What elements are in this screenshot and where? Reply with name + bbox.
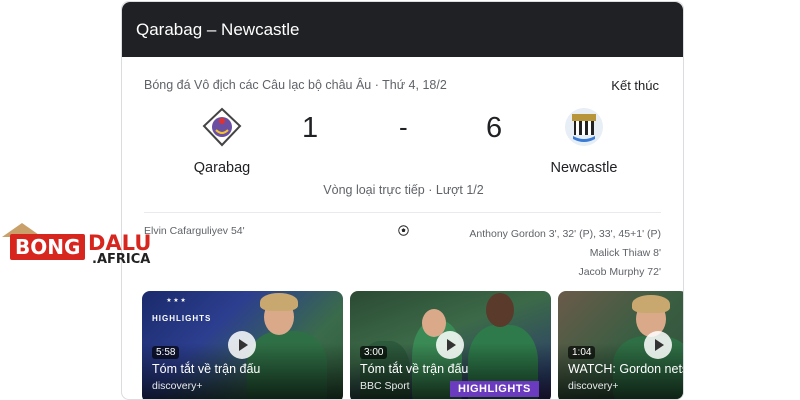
match-meta: Bóng đá Vô địch các Câu lạc bộ châu Âu ·…: [144, 78, 659, 93]
video-card[interactable]: ★ ★ ★ HIGHLIGHTS 5:58 Tóm tắt về trận đấ…: [142, 291, 343, 399]
home-score: 1: [302, 112, 319, 144]
watermark-bong: BONG: [10, 234, 86, 260]
watermark-africa: .AFRICA: [92, 252, 151, 267]
match-header[interactable]: Qarabag – Newcastle: [122, 2, 683, 57]
watermark-logo: BONG DALU .AFRICA: [0, 220, 151, 268]
away-scorers: Anthony Gordon 3', 32' (P), 33', 45+1' (…: [469, 225, 661, 282]
home-scorer: Elvin Cafarguliyev 54': [144, 225, 245, 237]
champions-league-badge: ★ ★ ★ HIGHLIGHTS: [152, 297, 220, 323]
video-duration: 1:04: [568, 346, 596, 359]
play-icon[interactable]: [436, 331, 464, 359]
video-duration: 5:58: [152, 346, 180, 359]
highlights-badge: HIGHLIGHTS: [152, 314, 212, 323]
player-hair: [260, 293, 298, 311]
away-score: 6: [486, 112, 503, 144]
highlights-banner: HIGHLIGHTS: [450, 381, 539, 397]
video-source: BBC Sport: [360, 380, 410, 392]
divider: [144, 212, 661, 213]
home-team-name: Qarabag: [193, 160, 251, 176]
video-title: Tóm tắt về trận đấu: [152, 362, 261, 376]
newcastle-crest-icon: [565, 108, 603, 146]
home-team[interactable]: Qarabag: [172, 106, 272, 176]
match-card: Qarabag – Newcastle Bóng đá Vô địch các …: [121, 1, 684, 400]
video-card[interactable]: 3:00 HIGHLIGHTS Tóm tắt về trận đấu BBC …: [350, 291, 551, 399]
soccer-ball-icon: [398, 225, 409, 236]
video-title: Tóm tắt về trận đấu: [360, 362, 469, 376]
video-duration: 3:00: [360, 346, 388, 359]
qarabag-crest-icon: [202, 107, 242, 147]
score-separator: -: [399, 112, 408, 142]
player-head: [486, 293, 514, 327]
video-source: discovery+: [568, 380, 619, 392]
away-team[interactable]: Newcastle: [534, 106, 634, 176]
cl-logo-icon: ★ ★ ★: [166, 298, 186, 304]
match-status: Kết thúc: [611, 78, 659, 93]
away-scorer: Malick Thiaw 8': [589, 247, 661, 259]
video-source: discovery+: [152, 380, 203, 392]
match-round: Vòng loại trực tiếp · Lượt 1/2: [323, 183, 484, 197]
video-title: WATCH: Gordon nets: [568, 362, 684, 376]
video-card[interactable]: 1:04 WATCH: Gordon nets discovery+: [558, 291, 684, 399]
away-team-name: Newcastle: [550, 160, 618, 176]
match-title: Qarabag – Newcastle: [136, 19, 300, 39]
away-scorer: Jacob Murphy 72': [578, 266, 661, 278]
player-hair: [632, 295, 670, 313]
away-scorer: Anthony Gordon 3', 32' (P), 33', 45+1' (…: [469, 228, 661, 240]
play-icon[interactable]: [228, 331, 256, 359]
play-icon[interactable]: [644, 331, 672, 359]
competition-date[interactable]: Bóng đá Vô địch các Câu lạc bộ châu Âu ·…: [144, 78, 447, 93]
